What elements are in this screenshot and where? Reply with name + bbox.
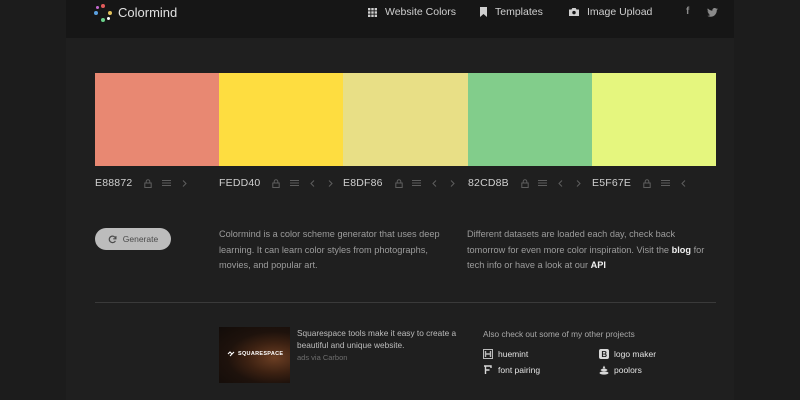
brand-name[interactable]: Colormind bbox=[118, 5, 177, 20]
refresh-icon bbox=[108, 235, 117, 243]
blog-link[interactable]: blog bbox=[672, 245, 691, 255]
poolors-icon bbox=[599, 365, 609, 375]
description-right-text: Different datasets are loaded each day, … bbox=[467, 229, 676, 255]
adjust-icon[interactable] bbox=[537, 177, 549, 189]
adjust-icon[interactable] bbox=[659, 177, 671, 189]
move-left-icon[interactable] bbox=[429, 177, 441, 189]
move-left-icon[interactable] bbox=[555, 177, 567, 189]
color-swatch[interactable] bbox=[343, 73, 468, 166]
facebook-icon[interactable]: f bbox=[686, 6, 689, 17]
color-swatch[interactable] bbox=[219, 73, 343, 166]
ad-image[interactable]: SQUARESPACE bbox=[219, 327, 290, 383]
adjust-icon[interactable] bbox=[411, 177, 423, 189]
hex-code[interactable]: E88872 bbox=[95, 177, 132, 189]
huemint-icon bbox=[483, 349, 493, 359]
swatch-controls: E5F67E bbox=[592, 176, 695, 190]
project-poolors[interactable]: poolors bbox=[599, 365, 642, 375]
move-right-icon[interactable] bbox=[324, 177, 336, 189]
colormind-logo-icon[interactable] bbox=[94, 4, 112, 22]
svg-text:B: B bbox=[601, 350, 607, 359]
move-right-icon[interactable] bbox=[178, 177, 190, 189]
projects-title: Also check out some of my other projects bbox=[483, 329, 635, 339]
swatch-controls: 82CD8B bbox=[468, 176, 591, 190]
hex-code[interactable]: E5F67E bbox=[592, 177, 631, 189]
camera-icon bbox=[569, 8, 579, 16]
project-logo-maker[interactable]: B logo maker bbox=[599, 349, 656, 359]
logo-maker-icon: B bbox=[599, 349, 609, 359]
hex-code[interactable]: E8DF86 bbox=[343, 177, 383, 189]
generate-button[interactable]: Generate bbox=[95, 228, 171, 250]
squarespace-logo: SQUARESPACE bbox=[227, 351, 283, 357]
swatch-controls: E88872 bbox=[95, 176, 196, 190]
adjust-icon[interactable] bbox=[160, 177, 172, 189]
lock-icon[interactable] bbox=[393, 177, 405, 189]
bookmark-icon bbox=[480, 7, 487, 17]
squarespace-icon bbox=[227, 351, 235, 357]
lock-icon[interactable] bbox=[641, 177, 653, 189]
color-swatch[interactable] bbox=[592, 73, 716, 166]
font-pairing-icon bbox=[483, 365, 493, 375]
api-link[interactable]: API bbox=[591, 260, 606, 270]
move-left-icon[interactable] bbox=[677, 177, 689, 189]
lock-icon[interactable] bbox=[270, 177, 282, 189]
lock-icon[interactable] bbox=[519, 177, 531, 189]
ad-via-text[interactable]: ads via Carbon bbox=[297, 353, 347, 362]
top-navbar: Colormind Website Colors Templates Image… bbox=[66, 0, 734, 38]
description-left: Colormind is a color scheme generator th… bbox=[219, 229, 440, 270]
swatch-controls: E8DF86 bbox=[343, 176, 465, 190]
swatch-controls: FEDD40 bbox=[219, 176, 342, 190]
hex-code[interactable]: 82CD8B bbox=[468, 177, 509, 189]
nav-label: Image Upload bbox=[587, 6, 653, 18]
hex-code[interactable]: FEDD40 bbox=[219, 177, 260, 189]
nav-label: Website Colors bbox=[385, 6, 456, 18]
color-swatch[interactable] bbox=[95, 73, 219, 166]
color-swatch[interactable] bbox=[468, 73, 592, 166]
nav-website-colors[interactable]: Website Colors bbox=[368, 6, 456, 18]
ad-text[interactable]: Squarespace tools make it easy to create… bbox=[297, 327, 457, 351]
nav-templates[interactable]: Templates bbox=[480, 6, 543, 18]
lock-icon[interactable] bbox=[142, 177, 154, 189]
grid-icon bbox=[368, 7, 377, 17]
project-huemint[interactable]: huemint bbox=[483, 349, 528, 359]
description-right: Different datasets are loaded each day, … bbox=[467, 227, 707, 274]
move-right-icon[interactable] bbox=[447, 177, 459, 189]
section-divider bbox=[95, 302, 716, 303]
generate-label: Generate bbox=[122, 234, 159, 244]
adjust-icon[interactable] bbox=[288, 177, 300, 189]
nav-label: Templates bbox=[495, 6, 543, 18]
twitter-icon[interactable] bbox=[707, 7, 718, 20]
project-font-pairing[interactable]: font pairing bbox=[483, 365, 540, 375]
move-left-icon[interactable] bbox=[306, 177, 318, 189]
nav-image-upload[interactable]: Image Upload bbox=[569, 6, 652, 18]
move-right-icon[interactable] bbox=[573, 177, 585, 189]
